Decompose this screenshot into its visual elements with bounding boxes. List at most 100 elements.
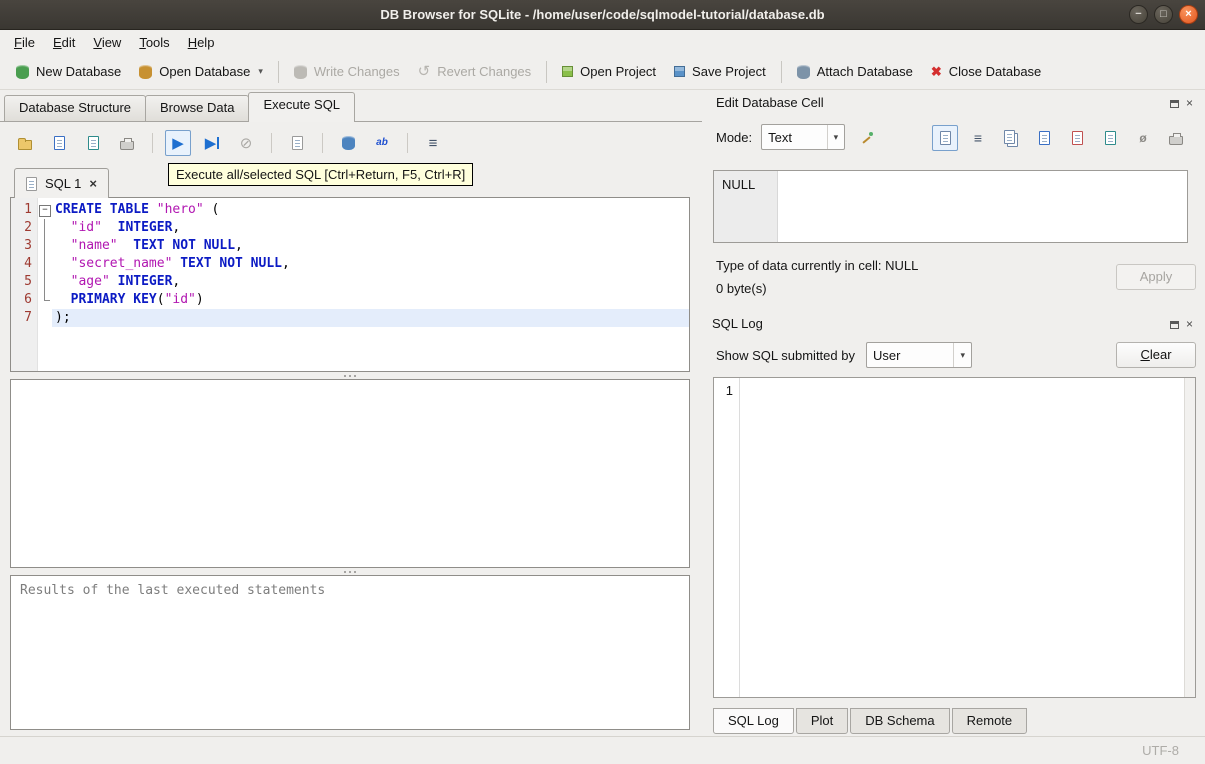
tab-sql-log[interactable]: SQL Log (713, 708, 794, 734)
save-cell-icon (1038, 131, 1050, 145)
button-label: Revert Changes (437, 64, 532, 79)
sql-log-view[interactable]: 1 (713, 377, 1196, 698)
fold-guide (37, 219, 52, 237)
minimize-icon[interactable]: − (1129, 5, 1148, 24)
find-replace-icon: ab (376, 137, 388, 148)
tab-browse-data[interactable]: Browse Data (145, 95, 250, 121)
menu-help[interactable]: Help (179, 32, 224, 53)
splitter-handle[interactable] (10, 568, 690, 575)
mode-select-value: Text (768, 129, 792, 145)
tab-plot[interactable]: Plot (795, 708, 849, 734)
sql-tab-1[interactable]: SQL 1 × (14, 168, 109, 198)
button-label: Attach Database (816, 64, 913, 79)
code-line[interactable]: 7); (11, 309, 689, 327)
main-toolbar: New Database Open Database ▾ Write Chang… (0, 54, 1205, 90)
tab-database-structure[interactable]: Database Structure (4, 95, 147, 121)
toolbar-separator (546, 60, 548, 83)
print-sql-button[interactable] (114, 130, 140, 156)
auto-format-button[interactable] (854, 124, 880, 150)
save-project-icon (674, 66, 686, 77)
fold-guide (37, 309, 52, 327)
auto-format-icon (861, 131, 874, 143)
clear-button[interactable]: Clear (1116, 342, 1196, 368)
save-results-button[interactable] (284, 130, 310, 156)
menu-view[interactable]: View (84, 32, 130, 53)
sql-tab-close-icon[interactable]: × (89, 176, 97, 191)
revert-changes-button: ↺ Revert Changes (409, 58, 541, 85)
code-text: "secret_name" TEXT NOT NULL, (70, 256, 290, 271)
code-line[interactable]: 3 "name" TEXT NOT NULL, (11, 237, 689, 255)
open-sql-file-button[interactable] (12, 130, 38, 156)
import-icon (1071, 131, 1083, 145)
cell-value-editor[interactable]: NULL (713, 170, 1188, 243)
mode-select[interactable]: Text ▾ (761, 124, 846, 150)
new-database-button[interactable]: New Database (7, 58, 130, 85)
log-line-number: 1 (725, 383, 733, 398)
stop-execution-button: ⊘ (233, 130, 259, 156)
code-text: PRIMARY KEY("id") (70, 292, 204, 307)
print-cell-icon (1169, 133, 1183, 145)
save-sql-file-as-button[interactable] (80, 130, 106, 156)
tab-db-schema[interactable]: DB Schema (850, 708, 950, 734)
line-number: 5 (24, 274, 32, 289)
export-results-button[interactable] (335, 130, 361, 156)
attach-database-button[interactable]: Attach Database (788, 58, 922, 85)
menu-file[interactable]: File (5, 32, 44, 53)
fold-marker-icon[interactable] (37, 201, 52, 219)
cell-mode-row: Mode: Text ▾ (716, 124, 880, 150)
save-sql-file-button[interactable] (46, 130, 72, 156)
dock-float-icon[interactable] (1170, 321, 1179, 329)
chevron-down-icon: ▾ (826, 125, 838, 149)
results-grid[interactable] (10, 379, 690, 568)
open-database-button[interactable]: Open Database ▾ (130, 58, 272, 85)
line-number: 7 (24, 310, 32, 325)
format-sql-icon: ≡ (428, 134, 438, 152)
dock-float-icon[interactable] (1170, 100, 1179, 108)
execute-all-button[interactable]: ▶ (165, 130, 191, 156)
filter-label: Show SQL submitted by (716, 347, 855, 363)
tab-execute-sql[interactable]: Execute SQL (248, 92, 356, 122)
format-sql-button[interactable]: ≡ (420, 130, 446, 156)
save-cell-button[interactable] (1031, 125, 1057, 151)
button-label: Open Project (580, 64, 657, 79)
line-number: 1 (24, 202, 32, 217)
code-line[interactable]: 5 "age" INTEGER, (11, 273, 689, 291)
dropdown-arrow-icon[interactable]: ▾ (258, 66, 263, 77)
code-line[interactable]: 2 "id" INTEGER, (11, 219, 689, 237)
button-label: New Database (36, 64, 122, 79)
write-changes-button: Write Changes (285, 58, 409, 85)
open-project-icon (562, 66, 574, 77)
export-cell-button[interactable] (1097, 125, 1123, 151)
menu-tools[interactable]: Tools (130, 32, 178, 53)
execute-all-icon: ▶ (172, 134, 184, 152)
copy-cell-button[interactable] (998, 125, 1024, 151)
find-replace-button[interactable]: ab (369, 130, 395, 156)
dock-close-icon[interactable]: × (1186, 318, 1193, 330)
close-database-button[interactable]: ✖ Close Database (922, 58, 1050, 85)
scrollbar[interactable] (1184, 378, 1195, 697)
code-line[interactable]: 6 PRIMARY KEY("id") (11, 291, 689, 309)
toolbar-separator (271, 133, 272, 153)
sql-editor[interactable]: 1CREATE TABLE "hero" (2 "id" INTEGER,3 "… (10, 197, 690, 372)
splitter-handle[interactable] (10, 372, 690, 379)
open-project-button[interactable]: Open Project (553, 58, 665, 85)
menu-edit[interactable]: Edit (44, 32, 84, 53)
statusbar: UTF-8 (0, 736, 1205, 764)
print-cell-button[interactable] (1163, 125, 1189, 151)
code-line[interactable]: 4 "secret_name" TEXT NOT NULL, (11, 255, 689, 273)
word-wrap-button[interactable]: ≡ (965, 125, 991, 151)
import-cell-button[interactable] (1064, 125, 1090, 151)
save-project-button[interactable]: Save Project (665, 58, 775, 85)
set-null-button[interactable]: ø (1130, 125, 1156, 151)
execute-line-button[interactable]: ▶ (199, 130, 225, 156)
titlebar[interactable]: DB Browser for SQLite - /home/user/code/… (0, 0, 1205, 30)
tooltip-text: Execute all/selected SQL [Ctrl+Return, F… (176, 167, 466, 182)
close-icon[interactable]: × (1179, 5, 1198, 24)
submitted-by-select[interactable]: User ▾ (865, 342, 972, 368)
code-line[interactable]: 1 CREATE TABLE "hero" ( (11, 201, 689, 219)
maximize-icon[interactable]: □ (1154, 5, 1173, 24)
tab-remote[interactable]: Remote (951, 708, 1028, 734)
results-message-pane[interactable]: Results of the last executed statements (10, 575, 690, 730)
text-mode-button[interactable] (932, 125, 958, 151)
dock-close-icon[interactable]: × (1186, 97, 1193, 109)
